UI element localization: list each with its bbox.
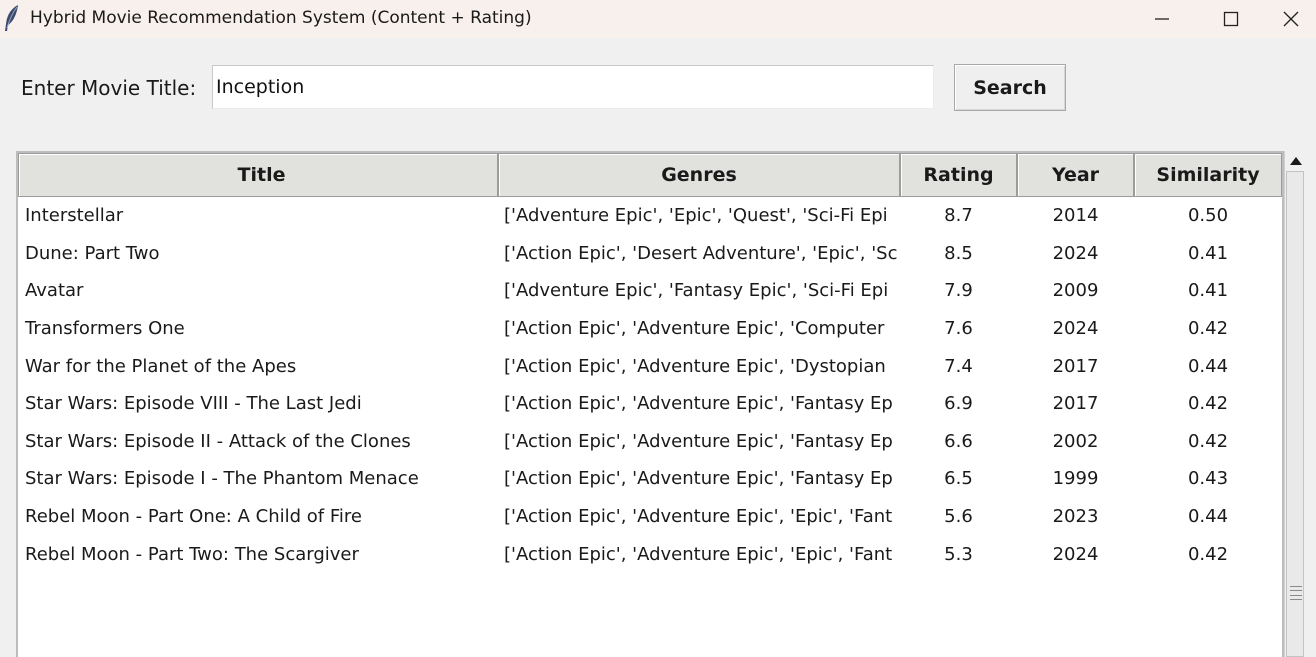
cell-rating: 7.9	[944, 280, 973, 302]
cell-year: 2009	[1052, 280, 1099, 302]
cell-similarity: 0.43	[1187, 468, 1229, 490]
cell-genres: ['Action Epic', 'Adventure Epic', 'Dysto…	[504, 355, 886, 377]
cell-genres: ['Action Epic', 'Adventure Epic', 'Fanta…	[504, 393, 893, 415]
cell-genres: ['Action Epic', 'Adventure Epic', 'Fanta…	[504, 468, 893, 490]
table-row[interactable]: Star Wars: Episode II - Attack of the Cl…	[18, 423, 1282, 461]
maximize-button[interactable]	[1196, 0, 1266, 38]
cell-year: 2024	[1052, 318, 1099, 340]
table-row[interactable]: Star Wars: Episode VIII - The Last Jedi …	[18, 385, 1282, 423]
maximize-icon	[1223, 11, 1239, 27]
cell-rating: 6.6	[944, 430, 973, 452]
cell-year: 2014	[1052, 205, 1099, 227]
column-header-similarity[interactable]: Similarity	[1134, 153, 1282, 197]
cell-rating: 6.5	[944, 468, 973, 490]
cell-rating: 5.6	[944, 506, 973, 528]
cell-year: 1999	[1052, 468, 1099, 490]
table-row[interactable]: War for the Planet of the Apes ['Action …	[18, 347, 1282, 385]
cell-similarity: 0.42	[1187, 543, 1229, 565]
title-bar: Hybrid Movie Recommendation System (Cont…	[0, 0, 1316, 38]
cell-title: Rebel Moon - Part Two: The Scargiver	[25, 543, 359, 565]
table-row[interactable]: Transformers One ['Action Epic', 'Advent…	[18, 310, 1282, 348]
minimize-icon	[1155, 18, 1169, 20]
cell-similarity: 0.41	[1187, 280, 1229, 302]
minimize-button[interactable]	[1127, 0, 1197, 38]
cell-similarity: 0.42	[1187, 318, 1229, 340]
column-header-title[interactable]: Title	[18, 153, 498, 197]
cell-rating: 8.7	[944, 205, 973, 227]
cell-genres: ['Adventure Epic', 'Epic', 'Quest', 'Sci…	[504, 205, 888, 227]
cell-title: Star Wars: Episode I - The Phantom Menac…	[25, 468, 419, 490]
column-header-genres[interactable]: Genres	[498, 153, 900, 197]
close-icon	[1283, 11, 1299, 27]
cell-title: Star Wars: Episode VIII - The Last Jedi	[25, 393, 362, 415]
vertical-scrollbar[interactable]	[1284, 151, 1307, 657]
cell-title: War for the Planet of the Apes	[25, 355, 297, 377]
cell-genres: ['Action Epic', 'Adventure Epic', 'Compu…	[504, 318, 885, 340]
cell-similarity: 0.42	[1187, 393, 1229, 415]
scrollbar-thumb[interactable]	[1286, 171, 1304, 657]
cell-year: 2024	[1052, 543, 1099, 565]
cell-rating: 7.6	[944, 318, 973, 340]
cell-title: Transformers One	[25, 318, 185, 340]
movie-title-label: Enter Movie Title:	[21, 76, 197, 100]
cell-title: Star Wars: Episode II - Attack of the Cl…	[25, 430, 411, 452]
movie-title-input[interactable]	[212, 65, 934, 109]
cell-year: 2017	[1052, 393, 1099, 415]
table-body: Interstellar ['Adventure Epic', 'Epic', …	[18, 197, 1282, 573]
scroll-up-arrow-icon	[1290, 157, 1302, 165]
cell-genres: ['Action Epic', 'Adventure Epic', 'Fanta…	[504, 430, 893, 452]
cell-year: 2017	[1052, 355, 1099, 377]
cell-similarity: 0.50	[1187, 205, 1229, 227]
cell-title: Interstellar	[25, 205, 124, 227]
results-table[interactable]: Title Genres Rating Year Similarity Inte…	[16, 151, 1284, 657]
cell-title: Avatar	[25, 280, 84, 302]
cell-genres: ['Adventure Epic', 'Fantasy Epic', 'Sci-…	[504, 280, 889, 302]
cell-rating: 6.9	[944, 393, 973, 415]
table-row[interactable]: Dune: Part Two ['Action Epic', 'Desert A…	[18, 235, 1282, 273]
table-row[interactable]: Star Wars: Episode I - The Phantom Menac…	[18, 460, 1282, 498]
column-header-rating[interactable]: Rating	[900, 153, 1017, 197]
cell-genres: ['Action Epic', 'Adventure Epic', 'Epic'…	[504, 543, 893, 565]
cell-similarity: 0.42	[1187, 430, 1229, 452]
cell-year: 2024	[1052, 242, 1099, 264]
cell-similarity: 0.44	[1187, 506, 1229, 528]
column-header-year[interactable]: Year	[1017, 153, 1134, 197]
cell-year: 2023	[1052, 506, 1099, 528]
feather-icon	[3, 4, 21, 32]
cell-rating: 8.5	[944, 242, 973, 264]
table-row[interactable]: Rebel Moon - Part One: A Child of Fire […	[18, 498, 1282, 536]
scroll-up-button[interactable]	[1285, 151, 1307, 171]
cell-similarity: 0.41	[1187, 242, 1229, 264]
cell-similarity: 0.44	[1187, 355, 1229, 377]
table-row[interactable]: Interstellar ['Adventure Epic', 'Epic', …	[18, 197, 1282, 235]
cell-rating: 7.4	[944, 355, 973, 377]
search-button[interactable]: Search	[954, 64, 1066, 111]
cell-year: 2002	[1052, 430, 1099, 452]
cell-title: Dune: Part Two	[25, 242, 160, 264]
table-header: Title Genres Rating Year Similarity	[18, 153, 1282, 197]
cell-genres: ['Action Epic', 'Desert Adventure', 'Epi…	[504, 242, 898, 264]
cell-title: Rebel Moon - Part One: A Child of Fire	[25, 506, 362, 528]
cell-genres: ['Action Epic', 'Adventure Epic', 'Epic'…	[504, 506, 893, 528]
window-title: Hybrid Movie Recommendation System (Cont…	[30, 8, 532, 28]
scrollbar-grip	[1290, 586, 1302, 600]
table-row[interactable]: Avatar ['Adventure Epic', 'Fantasy Epic'…	[18, 272, 1282, 310]
cell-rating: 5.3	[944, 543, 973, 565]
close-button[interactable]	[1266, 0, 1316, 38]
table-row[interactable]: Rebel Moon - Part Two: The Scargiver ['A…	[18, 535, 1282, 573]
